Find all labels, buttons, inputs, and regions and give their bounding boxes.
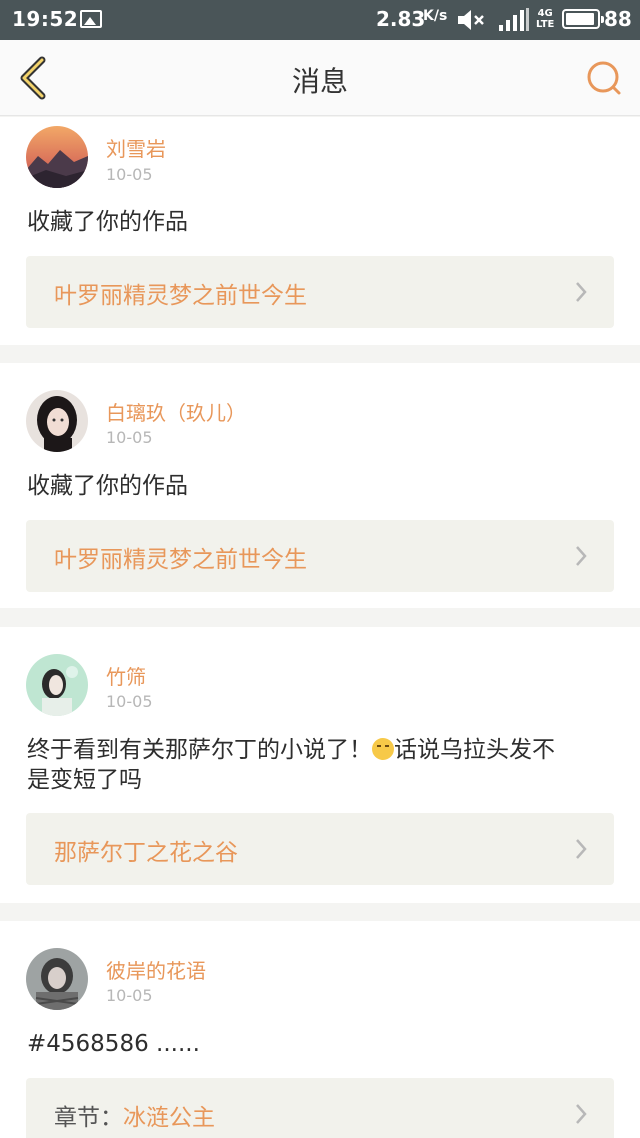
message-card: 刘雪岩 10-05 收藏了你的作品 叶罗丽精灵梦之前世今生: [0, 117, 640, 345]
battery-icon: [562, 9, 604, 29]
image-icon: [80, 10, 102, 28]
message-date: 10-05: [106, 165, 153, 184]
work-link-title: 叶罗丽精灵梦之前世今生: [54, 547, 307, 573]
message-text: #4568586 ......: [27, 1031, 200, 1057]
chapter-link[interactable]: 章节：冰涟公主: [26, 1078, 614, 1138]
avatar[interactable]: [26, 654, 88, 716]
network-type: 4G LTE: [536, 8, 555, 30]
crying-face-emoji: [372, 738, 394, 760]
username[interactable]: 竹筛: [106, 661, 146, 690]
chevron-right-icon: [576, 1104, 587, 1124]
message-text-part: 终于看到有关那萨尔丁的小说了！: [27, 737, 372, 763]
chapter-name: 冰涟公主: [123, 1105, 215, 1131]
navigation-bar: 消息: [0, 40, 640, 116]
message-text-part: 话说乌拉头发不: [394, 737, 555, 763]
chapter-link-title: 章节：冰涟公主: [54, 1098, 215, 1132]
message-text: 终于看到有关那萨尔丁的小说了！ 话说乌拉头发不 是变短了吗: [27, 735, 617, 795]
username[interactable]: 刘雪岩: [106, 133, 166, 162]
message-text-part: 是变短了吗: [27, 767, 142, 793]
chevron-right-icon: [576, 282, 587, 302]
message-card: 竹筛 10-05 终于看到有关那萨尔丁的小说了！ 话说乌拉头发不 是变短了吗 那萨…: [0, 627, 640, 903]
avatar[interactable]: [26, 390, 88, 452]
message-text: 收藏了你的作品: [27, 209, 188, 235]
page-title: 消息: [291, 65, 348, 98]
work-link-title: 叶罗丽精灵梦之前世今生: [54, 283, 307, 309]
username[interactable]: 白璃玖（玖儿）: [106, 397, 246, 426]
message-text: 收藏了你的作品: [27, 473, 188, 499]
avatar[interactable]: [26, 126, 88, 188]
username[interactable]: 彼岸的花语: [106, 955, 206, 984]
message-date: 10-05: [106, 428, 153, 447]
message-date: 10-05: [106, 692, 153, 711]
work-link[interactable]: 叶罗丽精灵梦之前世今生: [26, 256, 614, 328]
message-card: 彼岸的花语 10-05 #4568586 ...... 章节：冰涟公主: [0, 921, 640, 1138]
status-time: 19:52: [12, 7, 79, 31]
battery-level: 88: [604, 7, 632, 31]
mute-icon: [458, 10, 484, 30]
search-icon[interactable]: [584, 58, 624, 98]
network-speed-unit: K/s: [423, 8, 448, 24]
network-speed: 2.83: [376, 7, 426, 31]
message-date: 10-05: [106, 986, 153, 1005]
chevron-right-icon: [576, 546, 587, 566]
message-list[interactable]: 刘雪岩 10-05 收藏了你的作品 叶罗丽精灵梦之前世今生 白璃玖（玖儿） 10…: [0, 117, 640, 1138]
work-link[interactable]: 那萨尔丁之花之谷: [26, 813, 614, 885]
avatar[interactable]: [26, 948, 88, 1010]
chapter-prefix: 章节：: [54, 1105, 123, 1131]
work-link-title: 那萨尔丁之花之谷: [54, 840, 238, 866]
status-bar: 19:52 2.83 K/s 4G LTE 88: [0, 0, 640, 40]
signal-icon: [499, 8, 529, 31]
work-link[interactable]: 叶罗丽精灵梦之前世今生: [26, 520, 614, 592]
chevron-right-icon: [576, 839, 587, 859]
message-card: 白璃玖（玖儿） 10-05 收藏了你的作品 叶罗丽精灵梦之前世今生: [0, 363, 640, 608]
